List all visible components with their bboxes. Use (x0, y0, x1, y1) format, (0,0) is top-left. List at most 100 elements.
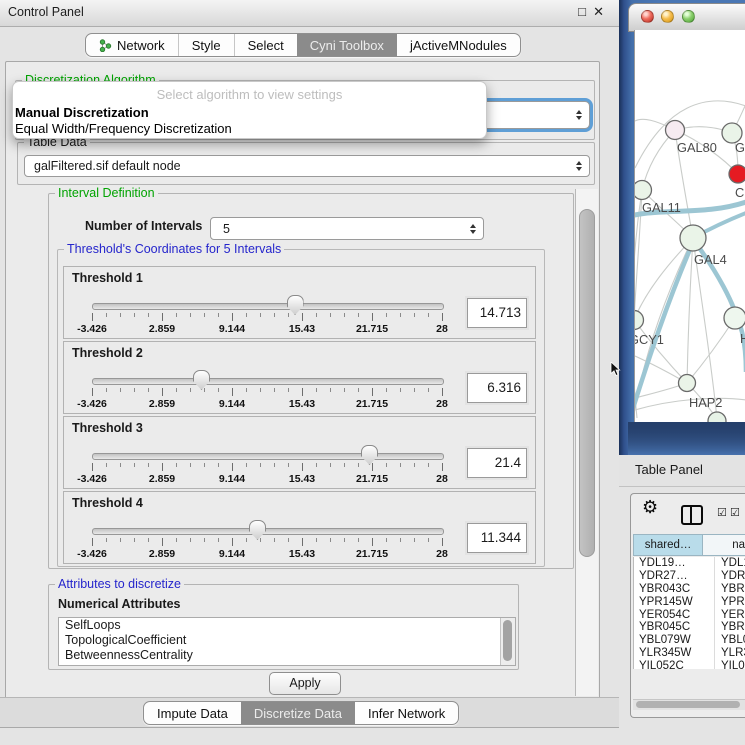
apply-button[interactable]: Apply (269, 672, 341, 695)
threshold-slider-thumb[interactable] (361, 445, 378, 465)
threshold-slider-thumb[interactable] (193, 370, 210, 390)
network-node[interactable] (724, 307, 745, 329)
threshold-slider-thumb[interactable] (287, 295, 304, 315)
control-panel-tabbar: NetworkStyleSelect Cyni Toolbox jActiveMNo… (85, 33, 521, 57)
list-item[interactable]: BetweennessCentrality (59, 648, 515, 663)
slider-tick (190, 313, 191, 317)
network-node[interactable] (679, 375, 696, 392)
tab-label: Discretize Data (254, 706, 342, 721)
slider-tick (344, 538, 345, 542)
slider-tick (400, 463, 401, 467)
network-node[interactable] (680, 225, 706, 251)
network-node[interactable] (708, 412, 726, 422)
table-panel-title: Table Panel (635, 462, 703, 477)
tab-select[interactable]: Select (234, 34, 297, 56)
number-of-intervals-combobox[interactable]: 5 (210, 217, 484, 240)
network-node[interactable] (729, 165, 745, 183)
slider-tick (442, 538, 443, 546)
threshold-slider-thumb[interactable] (249, 520, 266, 540)
algorithm-hint-item[interactable]: Select algorithm to view settings (13, 87, 486, 102)
scrollbar-thumb[interactable] (636, 701, 740, 708)
table-row[interactable]: YIL052CYIL0 (634, 660, 745, 669)
list-item[interactable]: TopologicalCoefficient (59, 633, 515, 648)
tab-style[interactable]: Style (178, 34, 234, 56)
slider-tick (428, 538, 429, 542)
slider-tick (162, 463, 163, 471)
thresholds-group-title: Threshold's Coordinates for 5 Intervals (64, 242, 284, 256)
threshold-slider-track[interactable] (92, 303, 444, 310)
table-row[interactable]: YDL19…YDL1 (634, 557, 745, 570)
network-node[interactable] (635, 311, 644, 330)
tab-cyni-toolbox[interactable]: Cyni Toolbox (297, 34, 397, 56)
slider-tick (442, 388, 443, 396)
tab-network[interactable]: Network (86, 34, 178, 56)
gear-icon[interactable]: ⚙ (642, 497, 658, 518)
slider-ticks (92, 388, 442, 397)
table-row[interactable]: YLR345WYLR3 (634, 647, 745, 660)
table-row[interactable]: YBR045CYBR0 (634, 621, 745, 634)
tab-discretize-data[interactable]: Discretize Data (241, 702, 355, 724)
network-canvas[interactable]: GAL80GACGAL11GAL4GCY1HHAP2 (634, 30, 745, 422)
slider-tick (204, 313, 205, 317)
slider-tick (442, 463, 443, 471)
menu-item-manual-discretization[interactable]: Manual Discretization (15, 105, 484, 120)
table-panel-header: Table Panel (619, 455, 745, 487)
minimize-button[interactable] (661, 10, 674, 23)
threshold-value-field[interactable]: 6.316 (467, 373, 527, 403)
table-row[interactable]: YDR27…YDR2 (634, 570, 745, 583)
table-row[interactable]: YBR043CYBR0 (634, 583, 745, 596)
slider-tick-labels: -3.4262.8599.14415.4321.71528 (92, 473, 442, 485)
float-window-icon[interactable]: □ (578, 4, 586, 19)
slider-ticks (92, 538, 442, 547)
slider-tick (330, 538, 331, 542)
node-label: GAL80 (677, 140, 717, 155)
table-row[interactable]: YBL079WYBL0 (634, 634, 745, 647)
column-header-name[interactable]: na (703, 534, 745, 556)
threshold-value-field[interactable]: 14.713 (467, 298, 527, 328)
attributes-scrollbar[interactable] (500, 618, 515, 665)
table-data-group: Table Data galFiltered.sif default node (17, 142, 595, 185)
checkbox-icon[interactable]: ☑ (717, 506, 727, 519)
slider-tick (260, 463, 261, 467)
slider-tick-label: 2.859 (149, 548, 175, 560)
threshold-value-field[interactable]: 11.344 (467, 523, 527, 553)
checkbox-icon[interactable]: ☑ (730, 506, 740, 519)
network-edge (642, 130, 675, 190)
slider-tick-label: -3.426 (77, 473, 107, 485)
threshold-slider-track[interactable] (92, 378, 444, 385)
settings-scrollbar[interactable] (575, 189, 598, 696)
slider-tick (428, 313, 429, 317)
zoom-button[interactable] (682, 10, 695, 23)
table-row[interactable]: YER054CYER0 (634, 609, 745, 622)
slider-tick (176, 313, 177, 317)
threshold-slider-track[interactable] (92, 453, 444, 460)
table-data-combobox[interactable]: galFiltered.sif default node (24, 155, 590, 177)
scrollbar-thumb[interactable] (503, 620, 512, 661)
menu-item-equal-width-frequency[interactable]: Equal Width/Frequency Discretization (15, 121, 484, 136)
close-button[interactable] (641, 10, 654, 23)
table-row[interactable]: YPR145WYPR1 (634, 596, 745, 609)
slider-tick (358, 463, 359, 467)
tab-label: Cyni Toolbox (310, 38, 384, 53)
column-header-shared-name[interactable]: shared… (633, 534, 703, 556)
threshold-slider-track[interactable] (92, 528, 444, 535)
threshold-value-field[interactable]: 21.4 (467, 448, 527, 478)
slider-tick (316, 313, 317, 317)
slider-tick (344, 388, 345, 392)
scrollbar-thumb[interactable] (579, 209, 595, 557)
slider-tick-label: -3.426 (77, 548, 107, 560)
table-header-row: shared… na (633, 534, 745, 556)
tab-jactivemnodules[interactable]: jActiveMNodules (397, 34, 520, 56)
list-item[interactable]: SelfLoops (59, 618, 515, 633)
threshold-panel: Threshold 2 -3.4262.8599.14415.4321.7152… (63, 341, 536, 414)
network-node[interactable] (635, 181, 652, 200)
table-horizontal-scrollbar[interactable] (633, 699, 745, 710)
slider-tick (92, 313, 93, 321)
close-icon[interactable]: ✕ (593, 4, 604, 20)
columns-icon[interactable] (681, 505, 703, 525)
network-node[interactable] (666, 121, 685, 140)
tab-infer-network[interactable]: Infer Network (355, 702, 458, 724)
tab-impute-data[interactable]: Impute Data (144, 702, 241, 724)
threshold-label: Threshold 1 (72, 271, 143, 285)
numerical-attributes-list[interactable]: SelfLoopsTopologicalCoefficientBetweenne… (58, 617, 516, 666)
